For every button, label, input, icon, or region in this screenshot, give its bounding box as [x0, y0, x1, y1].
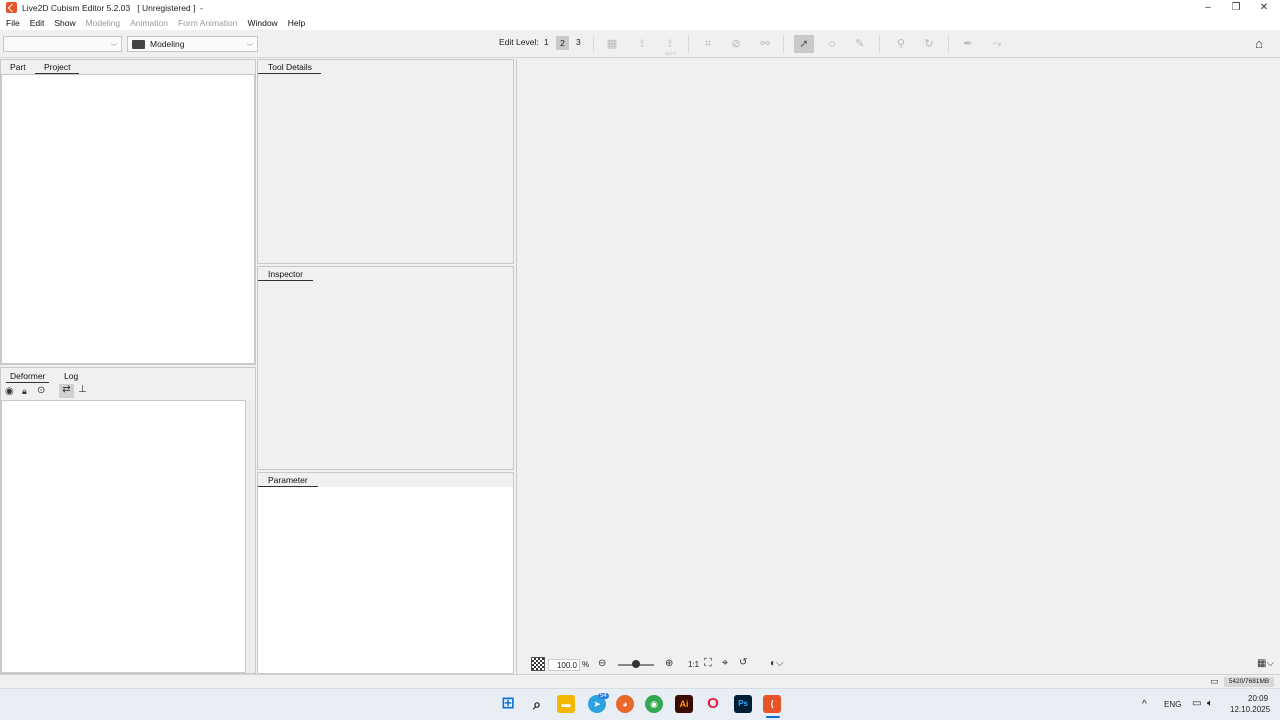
link-icon[interactable]: ⤳	[987, 35, 1007, 53]
network-icon[interactable]: ▭	[1192, 698, 1201, 709]
chevron-down-icon: ⌵	[246, 39, 253, 48]
opera-icon[interactable]: O	[704, 695, 722, 713]
chrome-icon[interactable]: ◉	[645, 695, 663, 713]
zoom-in-icon[interactable]: ⊕	[665, 658, 673, 669]
document-combo[interactable]: ⌵	[3, 36, 122, 52]
toolbar-separator	[783, 36, 784, 52]
mesh-edit-icon[interactable]: ⟟	[632, 35, 652, 53]
home-icon[interactable]: ⌂	[1249, 35, 1269, 53]
pen-icon[interactable]: ✒	[958, 35, 978, 53]
modeling-monitor-icon	[132, 40, 145, 49]
edit-level-3-button[interactable]: 3	[576, 37, 581, 47]
menu-window[interactable]: Window	[247, 18, 277, 28]
zoom-out-icon[interactable]: ⊖	[598, 658, 606, 669]
toolbar-separator	[688, 36, 689, 52]
memory-indicator: 5420/7681MB	[1224, 677, 1274, 687]
glue-icon[interactable]: ⚯	[755, 35, 775, 53]
toolbar-separator	[593, 36, 594, 52]
transparency-checker-icon[interactable]	[531, 657, 545, 671]
cubism-taskbar-icon[interactable]: ⟨	[763, 695, 781, 713]
edit-level-1-button[interactable]: 1	[544, 37, 549, 47]
toolbar-separator	[879, 36, 880, 52]
rotation-deformer-icon[interactable]: ⊘	[726, 35, 746, 53]
tab-parameter[interactable]: Parameter	[258, 475, 318, 487]
eye-icon[interactable]: ◉	[5, 386, 14, 397]
window-title: Live2D Cubism Editor 5.2.03 [ Unregister…	[22, 2, 203, 13]
tab-log[interactable]: Log	[64, 371, 78, 381]
windows-taskbar	[0, 688, 1280, 720]
actual-size-button[interactable]: 1:1	[688, 660, 699, 669]
fit-screen-icon[interactable]: ⛶	[704, 657, 712, 670]
chevron-down-icon: ⌵	[110, 39, 117, 48]
title-bar: Live2D Cubism Editor 5.2.03 [ Unregister…	[0, 0, 1280, 15]
rotate-pin-icon[interactable]: ↻	[919, 35, 939, 53]
tab-project[interactable]: Project	[35, 62, 80, 74]
lock-icon[interactable]: 🔒︎	[22, 386, 27, 397]
menu-bar: File Edit Show Modeling Animation Form A…	[0, 15, 1280, 30]
close-button[interactable]: ✕	[1250, 0, 1278, 15]
tab-deformer[interactable]: Deformer	[6, 371, 50, 383]
reset-view-icon[interactable]: ↺	[739, 657, 747, 668]
project-tree-area[interactable]	[1, 74, 255, 364]
menu-file[interactable]: File	[6, 18, 20, 28]
language-indicator[interactable]: ENG	[1164, 700, 1181, 709]
restore-button[interactable]: ❐	[1222, 0, 1250, 15]
photoshop-icon[interactable]: Ps	[734, 695, 752, 713]
menu-modeling[interactable]: Modeling	[86, 18, 121, 28]
menu-form-animation[interactable]: Form Animation	[178, 18, 238, 28]
volume-icon[interactable]: 🔈︎	[1207, 698, 1213, 709]
menu-animation[interactable]: Animation	[130, 18, 168, 28]
chevron-up-icon[interactable]: ^	[1142, 699, 1147, 710]
inspector-panel	[257, 266, 514, 470]
window-mode-icon[interactable]: ▭	[1210, 676, 1219, 687]
parameter-list-area[interactable]	[258, 487, 513, 673]
search-icon[interactable]: ⌕	[528, 695, 546, 713]
transform-pin-icon[interactable]: ⚲	[891, 35, 911, 53]
status-bar	[0, 674, 1280, 688]
mesh-grid-icon[interactable]: ▦	[602, 35, 622, 53]
toolbar-separator	[948, 36, 949, 52]
minimize-button[interactable]: –	[1194, 0, 1222, 15]
zoom-input[interactable]: 100.0	[548, 659, 580, 671]
display-toggle-icon[interactable]: ◐⌵	[770, 658, 784, 669]
chevron-circle-icon[interactable]: ⊙	[37, 385, 45, 396]
deformer-scrollbar[interactable]	[247, 400, 255, 673]
telegram-badge: 54	[598, 693, 609, 699]
hierarchy-lock-icon[interactable]: ⊥	[78, 384, 87, 395]
center-view-icon[interactable]: ⌖	[722, 657, 728, 670]
firefox-icon[interactable]: ◕	[616, 695, 634, 713]
zoom-unit: %	[582, 660, 590, 669]
swap-icon[interactable]: ⇄	[59, 384, 74, 398]
cubism-app-icon	[6, 2, 17, 13]
active-app-indicator	[766, 716, 780, 718]
tool-details-panel	[257, 59, 514, 264]
arrow-select-icon[interactable]: ➚	[794, 35, 814, 53]
deformer-tree-area[interactable]	[1, 400, 246, 673]
tab-tool-details[interactable]: Tool Details	[258, 62, 321, 74]
tab-part[interactable]: Part	[10, 62, 26, 72]
windows-start-icon[interactable]: ⊞	[499, 695, 517, 713]
lasso-icon[interactable]: ◌	[822, 35, 842, 53]
tab-inspector[interactable]: Inspector	[258, 269, 313, 281]
canvas-viewport[interactable]	[516, 59, 1280, 674]
mode-combo-value: Modeling	[150, 39, 185, 49]
zoom-slider-thumb[interactable]	[632, 660, 640, 668]
edit-level-label: Edit Level:	[499, 37, 539, 47]
auto-mesh-icon[interactable]: ⟟ AUTO	[660, 35, 680, 56]
menu-show[interactable]: Show	[54, 18, 75, 28]
illustrator-icon[interactable]: Ai	[675, 695, 693, 713]
menu-edit[interactable]: Edit	[30, 18, 45, 28]
mode-combo[interactable]: Modeling ⌵	[127, 36, 258, 52]
file-explorer-icon[interactable]: ▬	[557, 695, 575, 713]
brush-select-icon[interactable]: ✎	[850, 35, 870, 53]
warp-deformer-icon[interactable]: ⌗	[698, 35, 718, 53]
clock-time[interactable]: 20:09	[1248, 694, 1268, 703]
edit-level-2-button[interactable]: 2	[556, 36, 569, 50]
clock-date[interactable]: 12.10.2025	[1230, 705, 1270, 714]
grid-menu-icon[interactable]: ▦⌵	[1257, 658, 1274, 669]
menu-help[interactable]: Help	[288, 18, 305, 28]
